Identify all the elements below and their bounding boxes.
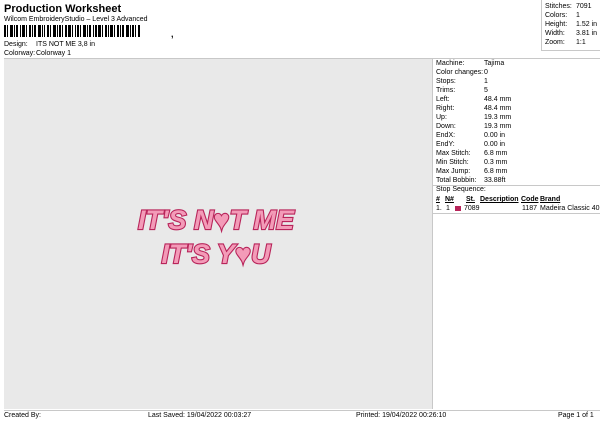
- prop-right: Right: 48.4 mm: [436, 105, 512, 112]
- stop-row-n: 1: [446, 205, 450, 212]
- prop-min-stitch: Min Stitch: 0.3 mm: [436, 159, 508, 166]
- footer-printed: Printed: 19/04/2022 00:26:10: [356, 412, 447, 419]
- stop-row-num: 1.: [436, 205, 442, 212]
- colorway-label: Colorway:: [4, 50, 36, 57]
- design-label: Design:: [4, 41, 28, 48]
- stat-zoom: Zoom: 1:1: [545, 39, 586, 46]
- stop-col-description: Description: [480, 196, 519, 203]
- stop-col-n: N#: [445, 196, 454, 203]
- prop-down: Down: 19.3 mm: [436, 123, 512, 130]
- design-canvas[interactable]: IT'S N♥T ME IT'S Y♥U: [4, 59, 432, 409]
- footer-last-saved: Last Saved: 19/04/2022 00:03:27: [148, 412, 252, 419]
- stat-width: Width: 3.81 in: [545, 30, 598, 37]
- embroidery-design: IT'S N♥T ME IT'S Y♥U: [137, 204, 296, 270]
- stop-col-code: Code: [521, 196, 539, 203]
- footer-separator: [4, 410, 600, 411]
- footer-created-by: Created By:: [4, 412, 41, 419]
- prop-up: Up: 19.3 mm: [436, 114, 512, 121]
- stat-stitches: Stitches: 7091: [545, 3, 592, 10]
- colorway-value: Colorway 1: [36, 50, 72, 57]
- design-value: ITS NOT ME 3,8 in: [36, 41, 95, 48]
- prop-trims: Trims: 5: [436, 87, 488, 94]
- design-line-2: IT'S Y♥U: [162, 239, 272, 269]
- stop-row-code: 1187: [522, 205, 538, 212]
- stop-row-description: 7089: [464, 205, 480, 212]
- footer-page: Page 1 of 1: [558, 412, 594, 419]
- worksheet-title: Production Worksheet: [4, 3, 122, 15]
- stop-col-num: #: [436, 196, 440, 203]
- prop-total-bobbin: Total Bobbin: 33.88ft: [436, 177, 506, 184]
- prop-endy: EndY: 0.00 in: [436, 141, 506, 148]
- prop-machine: Machine: Tajima: [436, 60, 505, 67]
- colorway-info: Colorway: Colorway 1: [4, 50, 71, 57]
- thread-color-swatch: [455, 206, 461, 211]
- prop-stops: Stops: 1: [436, 78, 488, 85]
- barcode-tail-mark: ,: [171, 29, 174, 39]
- software-subtitle: Wilcom EmbroideryStudio – Level 3 Advanc…: [4, 16, 148, 23]
- stat-colors: Colors: 1: [545, 12, 580, 19]
- prop-max-jump: Max Jump: 6.8 mm: [436, 168, 508, 175]
- design-info: Design: ITS NOT ME 3,8 in: [4, 41, 95, 48]
- design-line-1: IT'S N♥T ME: [138, 205, 295, 235]
- prop-max-stitch: Max Stitch: 6.8 mm: [436, 150, 508, 157]
- stop-row-separator: [432, 213, 600, 214]
- stats-box-bottom: [541, 50, 600, 51]
- stop-row-brand: Madeira Classic 40: [540, 205, 600, 212]
- stop-col-brand: Brand: [540, 196, 561, 203]
- prop-color-changes: Color changes: 0: [436, 69, 488, 76]
- prop-left: Left: 48.4 mm: [436, 96, 512, 103]
- stop-col-st: St.: [466, 196, 475, 203]
- stop-sequence-title: Stop Sequence:: [436, 186, 486, 193]
- prop-endx: EndX: 0.00 in: [436, 132, 506, 139]
- barcode: [4, 25, 169, 37]
- stat-height: Height: 1.52 in: [545, 21, 598, 28]
